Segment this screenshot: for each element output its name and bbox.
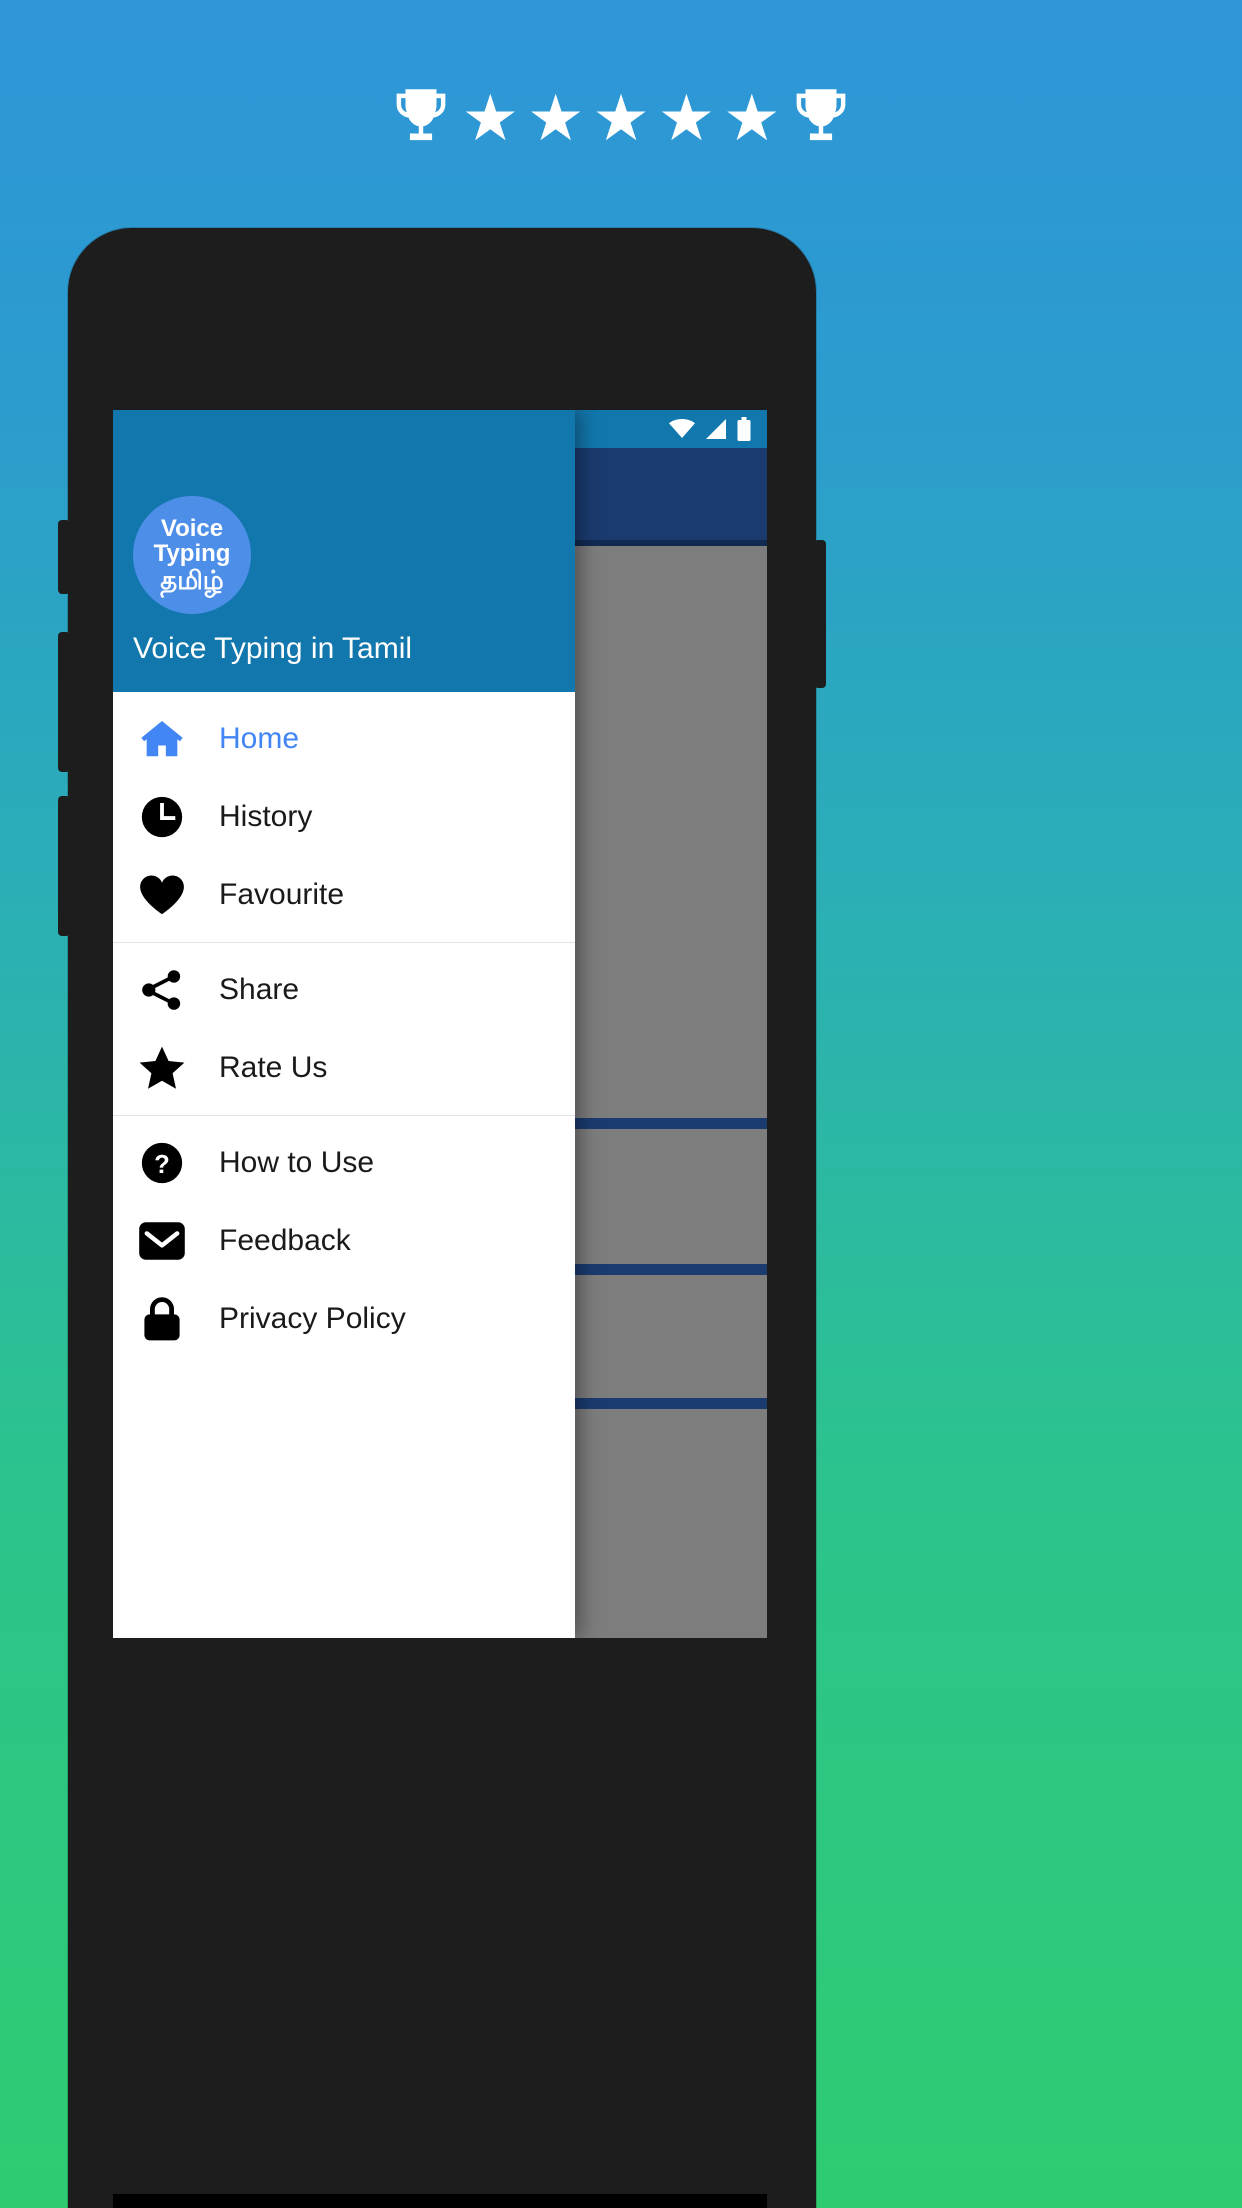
rating-star: ★ <box>461 82 519 154</box>
rating-star: ★ <box>592 82 650 154</box>
phone-screen: Tamil to start ங்கைத் ளிக் கள். Tamil <box>113 410 767 1638</box>
drawer-header: Voice Typing தமிழ் Voice Typing in Tamil <box>113 410 575 692</box>
sidebar-item-label: Rate Us <box>219 1051 328 1084</box>
sidebar-item-favourite[interactable]: Favourite <box>113 856 575 934</box>
envelope-icon <box>135 1214 189 1268</box>
share-icon <box>135 963 189 1017</box>
rating-star: ★ <box>526 82 585 154</box>
navigation-drawer: Voice Typing தமிழ் Voice Typing in Tamil <box>113 410 575 1638</box>
sidebar-item-label: Feedback <box>219 1224 351 1257</box>
app-logo-line-2: Typing <box>153 540 231 568</box>
screenshot-stage: ★ ★ ★ ★ ★ Voice Typing தமிழ் Voice Typin… <box>0 0 1242 2208</box>
sidebar-item-label: How to Use <box>219 1146 375 1179</box>
trophy-icon <box>394 87 448 149</box>
sidebar-item-label: Home <box>219 722 300 755</box>
sidebar-item-home[interactable]: Home <box>113 700 575 778</box>
sidebar-item-label: Share <box>219 973 300 1006</box>
android-navigation-bar <box>113 2194 767 2208</box>
phone-side-button <box>58 796 70 936</box>
award-banner: ★ ★ ★ ★ ★ <box>0 78 1242 158</box>
svg-text:?: ? <box>154 1151 170 1179</box>
rating-star: ★ <box>657 82 716 154</box>
sidebar-item-label: History <box>219 800 313 833</box>
sidebar-item-history[interactable]: History <box>113 778 575 856</box>
app-logo: Voice Typing தமிழ் <box>133 496 251 614</box>
wifi-icon <box>669 419 695 439</box>
signal-icon <box>704 419 728 439</box>
rating-star: ★ <box>723 82 781 154</box>
app-logo-line-3: தமிழ் <box>160 564 224 595</box>
battery-icon <box>737 417 751 441</box>
sidebar-item-share[interactable]: Share <box>113 951 575 1029</box>
home-icon <box>135 712 189 766</box>
drawer-group-social: Share Rate Us <box>113 942 575 1115</box>
lock-icon <box>135 1292 189 1346</box>
sidebar-item-label: Favourite <box>219 878 345 911</box>
phone-side-button <box>814 540 826 688</box>
drawer-group-primary: Home History Favourite <box>113 692 575 942</box>
drawer-group-info: ? How to Use Feedback Privacy Policy <box>113 1115 575 1366</box>
drawer-app-title: Voice Typing in Tamil <box>133 632 413 665</box>
sidebar-item-how-to-use[interactable]: ? How to Use <box>113 1124 575 1202</box>
phone-side-button <box>58 520 70 594</box>
phone-side-button <box>58 632 70 772</box>
sidebar-item-feedback[interactable]: Feedback <box>113 1202 575 1280</box>
sidebar-item-privacy-policy[interactable]: Privacy Policy <box>113 1280 575 1358</box>
clock-icon <box>135 790 189 844</box>
phone-device-frame: Tamil to start ங்கைத் ளிக் கள். Tamil <box>58 228 826 2208</box>
star-icon <box>135 1041 189 1095</box>
trophy-icon <box>794 87 848 149</box>
heart-icon <box>135 868 189 922</box>
help-circle-icon: ? <box>135 1136 189 1190</box>
sidebar-item-label: Privacy Policy <box>219 1302 406 1335</box>
rating-stars: ★ ★ ★ ★ ★ <box>462 86 781 150</box>
app-logo-line-1: Voice <box>160 515 224 543</box>
sidebar-item-rate-us[interactable]: Rate Us <box>113 1029 575 1107</box>
